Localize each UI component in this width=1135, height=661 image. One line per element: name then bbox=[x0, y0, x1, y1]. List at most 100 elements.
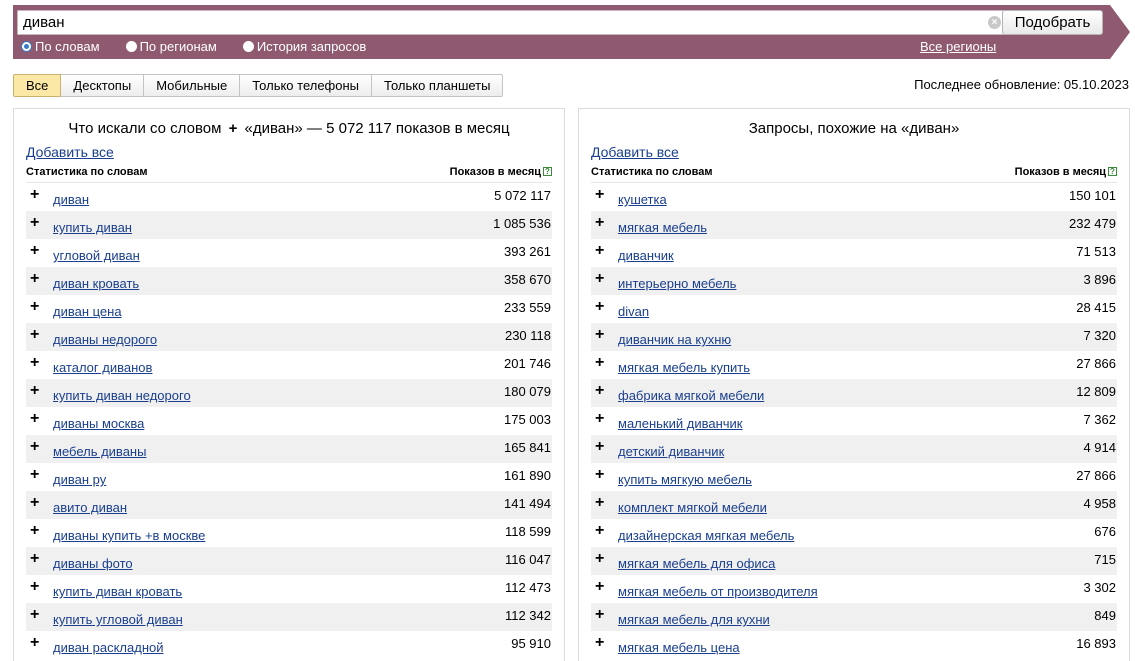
radio-icon[interactable] bbox=[21, 41, 32, 52]
keyword-link[interactable]: мебель диваны bbox=[53, 444, 146, 459]
add-word-icon[interactable]: + bbox=[30, 607, 39, 623]
keyword-link[interactable]: купить мягкую мебель bbox=[618, 472, 752, 487]
keyword-link[interactable]: авито диван bbox=[53, 500, 127, 515]
keyword-link[interactable]: кушетка bbox=[618, 192, 667, 207]
tab-mobile[interactable]: Мобильные bbox=[144, 74, 241, 97]
tab-phones-only[interactable]: Только телефоны bbox=[240, 74, 373, 97]
add-word-icon[interactable]: + bbox=[595, 411, 604, 427]
clear-icon[interactable]: × bbox=[988, 16, 1001, 29]
keyword-link[interactable]: купить диван кровать bbox=[53, 584, 182, 599]
radio-icon[interactable] bbox=[242, 41, 254, 52]
keyword-link[interactable]: фабрика мягкой мебели bbox=[618, 388, 764, 403]
keyword-link[interactable]: каталог диванов bbox=[53, 360, 152, 375]
keyword-link[interactable]: диваны купить +в москве bbox=[53, 528, 205, 543]
keyword-link[interactable]: мягкая мебель цена bbox=[618, 640, 740, 655]
tab-tablets-only[interactable]: Только планшеты bbox=[372, 74, 504, 97]
add-word-icon[interactable]: + bbox=[595, 271, 604, 287]
add-word-icon[interactable]: + bbox=[595, 523, 604, 539]
add-word-icon[interactable]: + bbox=[30, 439, 39, 455]
add-word-icon[interactable]: + bbox=[595, 579, 604, 595]
add-word-icon[interactable]: + bbox=[595, 299, 604, 315]
add-word-icon[interactable]: + bbox=[30, 495, 39, 511]
keyword-link[interactable]: диваны фото bbox=[53, 556, 133, 571]
add-all-link[interactable]: Добавить все bbox=[26, 144, 114, 160]
keyword-link[interactable]: купить диван недорого bbox=[53, 388, 191, 403]
add-word-icon[interactable]: + bbox=[595, 243, 604, 259]
add-word-icon[interactable]: + bbox=[30, 271, 39, 287]
keyword-link[interactable]: мягкая мебель от производителя bbox=[618, 584, 818, 599]
add-word-icon[interactable]: + bbox=[30, 579, 39, 595]
add-word-icon[interactable]: + bbox=[595, 383, 604, 399]
search-header: × Подобрать По словам По регионам Истори… bbox=[13, 5, 1130, 59]
keyword-link[interactable]: диван раскладной bbox=[53, 640, 164, 655]
help-icon[interactable]: ? bbox=[543, 167, 552, 176]
add-word-icon[interactable]: + bbox=[595, 187, 604, 203]
mode-by-words[interactable]: По словам bbox=[21, 39, 100, 54]
mode-history[interactable]: История запросов bbox=[242, 39, 366, 54]
add-word-icon[interactable]: + bbox=[595, 551, 604, 567]
add-word-icon[interactable]: + bbox=[30, 355, 39, 371]
help-icon[interactable]: ? bbox=[1108, 167, 1117, 176]
add-word-icon[interactable]: + bbox=[595, 467, 604, 483]
panel-words-with: Что искали со словом + «диван» — 5 072 1… bbox=[13, 108, 565, 661]
table-row: + интерьерно мебель 3 896 bbox=[591, 267, 1117, 295]
add-word-icon[interactable]: + bbox=[30, 299, 39, 315]
impressions-count: 71 513 bbox=[1076, 244, 1116, 259]
keyword-link[interactable]: интерьерно мебель bbox=[618, 276, 736, 291]
table-row: + диванчик 71 513 bbox=[591, 239, 1117, 267]
add-word-icon[interactable]: + bbox=[595, 355, 604, 371]
add-word-icon[interactable]: + bbox=[30, 215, 39, 231]
keyword-link[interactable]: диван ру bbox=[53, 472, 106, 487]
table-row: + купить диван 1 085 536 bbox=[26, 211, 552, 239]
add-word-icon[interactable]: + bbox=[30, 467, 39, 483]
keyword-link[interactable]: диван цена bbox=[53, 304, 122, 319]
add-word-icon[interactable]: + bbox=[595, 215, 604, 231]
submit-button[interactable]: Подобрать bbox=[1002, 10, 1103, 35]
search-box[interactable]: × bbox=[17, 10, 1009, 35]
add-word-icon[interactable]: + bbox=[30, 551, 39, 567]
keyword-link[interactable]: divan bbox=[618, 304, 649, 319]
add-word-icon[interactable]: + bbox=[30, 523, 39, 539]
table-row: + диваны недорого 230 118 bbox=[26, 323, 552, 351]
keyword-link[interactable]: мягкая мебель bbox=[618, 220, 707, 235]
add-word-icon[interactable]: + bbox=[30, 635, 39, 651]
search-mode-group: По словам По регионам История запросов bbox=[21, 39, 392, 54]
keyword-link[interactable]: мягкая мебель для офиса bbox=[618, 556, 775, 571]
impressions-count: 3 896 bbox=[1083, 272, 1116, 287]
add-word-icon[interactable]: + bbox=[595, 635, 604, 651]
keyword-link[interactable]: купить угловой диван bbox=[53, 612, 183, 627]
col-count-header: Показов в месяц? bbox=[450, 166, 552, 180]
tab-desktops[interactable]: Десктопы bbox=[61, 74, 145, 97]
add-word-icon[interactable]: + bbox=[30, 383, 39, 399]
add-word-icon[interactable]: + bbox=[30, 243, 39, 259]
keyword-link[interactable]: диваны недорого bbox=[53, 332, 157, 347]
keyword-link[interactable]: маленький диванчик bbox=[618, 416, 743, 431]
keyword-link[interactable]: дизайнерская мягкая мебель bbox=[618, 528, 794, 543]
radio-icon[interactable] bbox=[125, 41, 137, 52]
keyword-link[interactable]: диван кровать bbox=[53, 276, 139, 291]
keyword-link[interactable]: диванчик bbox=[618, 248, 674, 263]
keyword-link[interactable]: мягкая мебель купить bbox=[618, 360, 750, 375]
keyword-link[interactable]: диванчик на кухню bbox=[618, 332, 731, 347]
keyword-link[interactable]: диваны москва bbox=[53, 416, 144, 431]
mode-by-regions[interactable]: По регионам bbox=[125, 39, 217, 54]
add-word-icon[interactable]: + bbox=[30, 187, 39, 203]
tab-all[interactable]: Все bbox=[13, 74, 62, 97]
add-word-icon[interactable]: + bbox=[595, 607, 604, 623]
keyword-link[interactable]: диван bbox=[53, 192, 89, 207]
add-word-icon[interactable]: + bbox=[595, 495, 604, 511]
keyword-link[interactable]: купить диван bbox=[53, 220, 132, 235]
impressions-count: 112 473 bbox=[504, 580, 551, 595]
search-input[interactable] bbox=[18, 11, 968, 34]
add-word-icon[interactable]: + bbox=[595, 327, 604, 343]
keyword-link[interactable]: мягкая мебель для кухни bbox=[618, 612, 770, 627]
keyword-link[interactable]: угловой диван bbox=[53, 248, 140, 263]
all-regions-link[interactable]: Все регионы bbox=[920, 39, 996, 54]
add-all-link[interactable]: Добавить все bbox=[591, 144, 679, 160]
add-word-icon[interactable]: + bbox=[30, 411, 39, 427]
add-word-icon[interactable]: + bbox=[30, 327, 39, 343]
keyword-link[interactable]: детский диванчик bbox=[618, 444, 724, 459]
table-row: + мягкая мебель для кухни 849 bbox=[591, 603, 1117, 631]
keyword-link[interactable]: комплект мягкой мебели bbox=[618, 500, 767, 515]
add-word-icon[interactable]: + bbox=[595, 439, 604, 455]
